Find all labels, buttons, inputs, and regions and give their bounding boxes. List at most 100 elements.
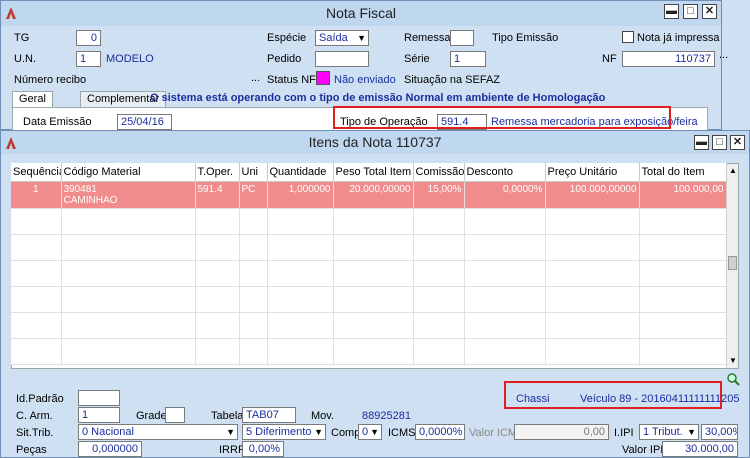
sit-trib2-select[interactable]: 5 Diferimento ▼: [242, 424, 326, 440]
un-field[interactable]: 1: [76, 51, 101, 67]
maximize-button[interactable]: □: [712, 135, 727, 150]
id-padrao-field[interactable]: [78, 390, 120, 406]
col-header[interactable]: Uni: [239, 163, 268, 182]
pecas-field[interactable]: 0,000000: [78, 441, 142, 457]
table-row[interactable]: [11, 260, 727, 287]
table-row[interactable]: [11, 208, 727, 235]
table-header-row: Sequência Código Material T.Oper. Uni Qu…: [11, 163, 727, 182]
close-button[interactable]: ✕: [702, 4, 717, 19]
cell-codigo: 390481 CAMINHAO: [61, 181, 196, 209]
col-header[interactable]: Código Material: [61, 163, 196, 182]
pedido-label: Pedido: [267, 53, 302, 65]
sit-trib2-value: 5 Diferimento: [246, 426, 312, 438]
remessa-field[interactable]: [450, 30, 474, 46]
tabela-label: Tabela: [211, 410, 244, 422]
minimize-button[interactable]: ▬: [664, 4, 679, 19]
numero-recibo-lookup-button[interactable]: ...: [251, 72, 260, 84]
icms-field[interactable]: 0,0000%: [415, 424, 465, 440]
ipi-percent-field[interactable]: 30,00%: [701, 424, 738, 440]
scroll-thumb[interactable]: [728, 256, 737, 270]
col-header[interactable]: Desconto: [464, 163, 546, 182]
compl-value: 0: [362, 426, 369, 438]
zoom-magnifier-icon[interactable]: [727, 373, 740, 386]
c-arm-field[interactable]: 1: [78, 407, 120, 423]
valor-ipi-field[interactable]: 30.000,00: [662, 441, 738, 457]
sit-trib-label: Sit.Trib.: [16, 427, 54, 439]
nota-impressa-checkbox[interactable]: [622, 31, 634, 43]
remessa-label: Remessa: [404, 32, 451, 44]
scroll-down-icon[interactable]: ▼: [729, 356, 737, 365]
table-row[interactable]: 1 390481 CAMINHAO 591.4 PC 1,000000 20.00…: [11, 181, 727, 209]
irrf-field[interactable]: 0,00%: [242, 441, 284, 457]
chevron-down-icon: ▼: [226, 427, 235, 437]
cell-uni: PC: [239, 181, 268, 209]
col-header[interactable]: Comissão: [413, 163, 465, 182]
cell-comissao: 15,00%: [413, 181, 465, 209]
descricao-value: CAMINHAO: [63, 194, 118, 206]
maximize-button[interactable]: □: [683, 4, 698, 19]
minimize-button[interactable]: ▬: [694, 135, 709, 150]
codigo-value: 390481: [63, 183, 97, 195]
cell-desconto: 0,0000%: [464, 181, 546, 209]
data-emissao-label: Data Emissão: [23, 116, 92, 128]
cell-toper: 591.4: [195, 181, 240, 209]
serie-label: Série: [404, 53, 430, 65]
sit-trib-value: 0 Nacional: [82, 426, 134, 438]
table-row[interactable]: [11, 234, 727, 261]
col-header[interactable]: T.Oper.: [195, 163, 240, 182]
tg-field[interactable]: 0: [76, 30, 101, 46]
table-row[interactable]: [11, 338, 727, 365]
nota-impressa-label: Nota já impressa: [637, 32, 720, 44]
chevron-down-icon: ▼: [687, 427, 696, 437]
data-emissao-field[interactable]: 25/04/16: [117, 114, 172, 130]
chevron-down-icon: ▼: [357, 33, 366, 43]
situacao-sefaz-label: Situação na SEFAZ: [404, 74, 500, 86]
irrf-label: IRRF: [219, 444, 245, 456]
numero-recibo-label: Número recibo: [14, 74, 87, 86]
col-header[interactable]: Preço Unitário: [545, 163, 640, 182]
status-nfe-label: Status NFe: [267, 74, 323, 86]
status-nfe-value: Não enviado: [334, 74, 396, 86]
tipo-emissao-label: Tipo Emissão: [492, 32, 559, 44]
grade-field[interactable]: [165, 407, 185, 423]
pedido-field[interactable]: [315, 51, 369, 67]
mov-label: Mov.: [311, 410, 335, 422]
col-header[interactable]: Total do Item: [639, 163, 727, 182]
chevron-down-icon: ▼: [370, 427, 379, 437]
app-logo-icon: [6, 7, 16, 19]
grade-label: Grade: [136, 410, 167, 422]
scroll-up-icon[interactable]: ▲: [729, 166, 737, 175]
sit-trib-select[interactable]: 0 Nacional ▼: [78, 424, 238, 440]
ipi-select[interactable]: 1 Tribut. ▼: [639, 424, 699, 440]
c-arm-label: C. Arm.: [16, 410, 53, 422]
pecas-label: Peças: [16, 444, 47, 456]
tipo-operacao-highlight: [333, 106, 671, 129]
especie-value: Saída: [319, 32, 348, 44]
col-header[interactable]: Sequência: [11, 163, 62, 182]
serie-field[interactable]: 1: [450, 51, 486, 67]
close-button[interactable]: ✕: [730, 135, 745, 150]
itens-nota-titlebar: Itens da Nota 110737 ▬ □ ✕: [1, 131, 749, 154]
ipi-label: I.IPI: [614, 427, 634, 439]
col-header[interactable]: Quantidade: [267, 163, 334, 182]
valor-icms-field[interactable]: 0,00: [514, 424, 609, 440]
col-header[interactable]: Peso Total Item: [333, 163, 414, 182]
un-label: U.N.: [14, 53, 36, 65]
valor-ipi-label: Valor IPI: [622, 444, 664, 456]
especie-select[interactable]: Saída ▼: [315, 30, 369, 46]
nf-lookup-button[interactable]: ...: [719, 49, 728, 61]
table-row[interactable]: [11, 286, 727, 313]
vertical-scrollbar[interactable]: ▲ ▼: [726, 164, 738, 368]
mov-value: 88925281: [362, 410, 411, 422]
tabela-field[interactable]: TAB07: [242, 407, 296, 423]
items-table: Sequência Código Material T.Oper. Uni Qu…: [11, 163, 727, 365]
status-nfe-indicator: [316, 71, 330, 85]
nota-fiscal-titlebar: Nota Fiscal ▬ □ ✕: [1, 1, 721, 26]
cell-quantidade: 1,000000: [267, 181, 334, 209]
nf-field[interactable]: 110737: [622, 51, 715, 67]
nf-label: NF: [602, 53, 617, 65]
compl-select[interactable]: 0 ▼: [358, 424, 382, 440]
table-row[interactable]: [11, 312, 727, 339]
chassi-highlight: [504, 381, 722, 409]
icms-label: ICMS: [388, 427, 416, 439]
